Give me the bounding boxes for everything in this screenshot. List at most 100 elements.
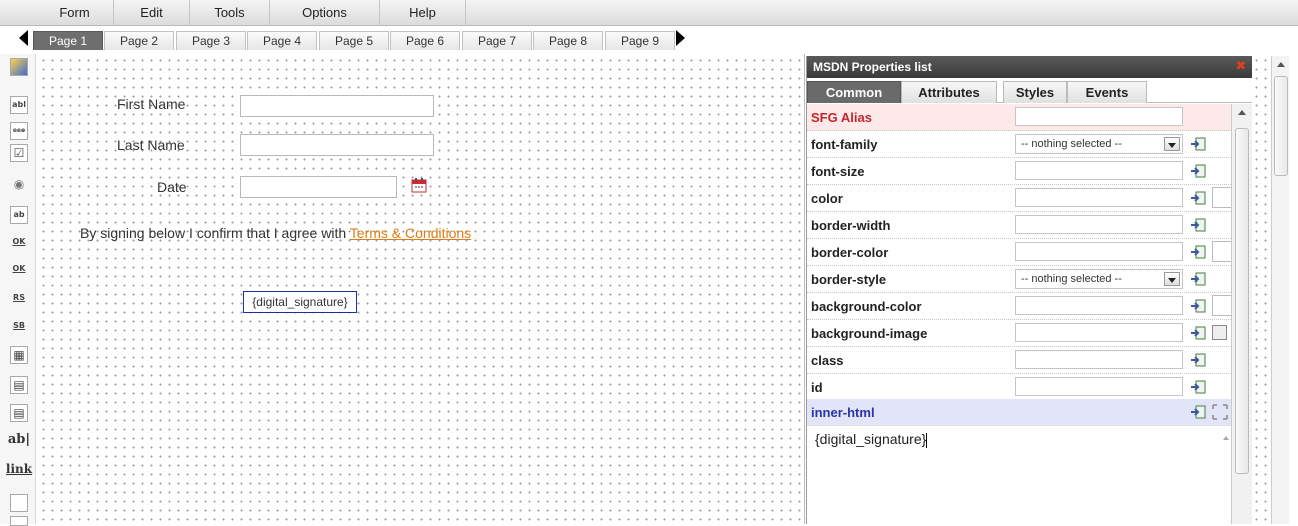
box-tool-icon[interactable]	[10, 494, 28, 512]
property-row-border-width: border-width	[807, 212, 1231, 239]
ok-button-2-icon[interactable]: OK	[10, 261, 28, 279]
textarea-tool-icon[interactable]: ееө	[10, 122, 28, 140]
apply-style-icon[interactable]	[1190, 190, 1206, 206]
menu-tools[interactable]: Tools	[190, 0, 270, 26]
property-name: background-image	[811, 326, 928, 341]
apply-style-icon[interactable]	[1190, 217, 1206, 233]
menu-options[interactable]: Options	[270, 0, 380, 26]
tab-attributes[interactable]: Attributes	[901, 81, 997, 103]
select-tool-icon[interactable]: ▤	[10, 376, 28, 394]
apply-style-icon[interactable]	[1190, 163, 1206, 179]
properties-title-text: MSDN Properties list	[813, 60, 932, 74]
pointer-tool-icon[interactable]	[10, 58, 28, 76]
tab-page-8[interactable]: Page 8	[533, 31, 603, 50]
scroll-up-icon[interactable]	[1277, 62, 1285, 67]
calendar-icon[interactable]	[411, 177, 427, 193]
tab-page-1[interactable]: Page 1	[33, 31, 103, 50]
apply-style-icon[interactable]	[1190, 325, 1206, 341]
font-size-input[interactable]	[1015, 161, 1183, 180]
scroll-up-icon[interactable]	[1238, 110, 1246, 115]
apply-style-icon[interactable]	[1190, 298, 1206, 314]
date-field[interactable]	[240, 176, 397, 198]
property-row-color: color	[807, 185, 1234, 212]
tab-page-2[interactable]: Page 2	[104, 31, 174, 50]
tab-events[interactable]: Events	[1067, 81, 1147, 103]
properties-tab-bar: Common Attributes Styles Events	[807, 79, 1253, 103]
property-row-font-family: font-family -- nothing selected --	[807, 131, 1231, 158]
listbox-tool-icon[interactable]: ab	[10, 206, 28, 224]
apply-style-icon[interactable]	[1190, 379, 1206, 395]
border-width-input[interactable]	[1015, 215, 1183, 234]
link-tool-icon[interactable]: link	[5, 461, 33, 479]
properties-scrollbar[interactable]	[1231, 104, 1253, 524]
tab-common[interactable]: Common	[807, 81, 901, 103]
background-color-input[interactable]	[1015, 296, 1183, 315]
page-next-arrow-icon[interactable]	[676, 30, 685, 46]
property-name: font-size	[811, 164, 865, 179]
digital-signature-element[interactable]: {digital_signature}	[243, 291, 357, 313]
radio-tool-icon[interactable]: ◉	[10, 176, 28, 194]
tab-page-3[interactable]: Page 3	[176, 31, 246, 50]
property-name: border-width	[811, 218, 891, 233]
checkbox-tool-icon[interactable]: ☑	[10, 144, 28, 162]
apply-style-icon[interactable]	[1190, 352, 1206, 368]
expand-icon[interactable]	[1212, 404, 1228, 420]
property-name: class	[811, 353, 844, 368]
terms-link[interactable]: Terms & Conditions	[350, 225, 471, 241]
border-color-input[interactable]	[1015, 242, 1183, 261]
tab-page-7[interactable]: Page 7	[462, 31, 532, 50]
page-prev-arrow-icon[interactable]	[19, 30, 28, 46]
border-style-select[interactable]: -- nothing selected --	[1015, 269, 1183, 289]
properties-panel: MSDN Properties list ✖ Common Attributes…	[806, 56, 1253, 524]
close-icon[interactable]: ✖	[1235, 59, 1247, 72]
first-name-field[interactable]	[240, 95, 434, 117]
label-tool-icon[interactable]: ab|	[6, 432, 32, 450]
inner-html-editor[interactable]: {digital_signature}	[807, 425, 1231, 524]
last-name-field[interactable]	[240, 134, 434, 156]
agreement-text: By signing below I confirm that I agree …	[80, 225, 471, 241]
background-image-input[interactable]	[1015, 323, 1183, 342]
property-name: SFG Alias	[811, 110, 872, 125]
agreement-sentence: By signing below I confirm that I agree …	[80, 225, 347, 241]
textbox-tool-icon[interactable]: abl	[10, 96, 28, 114]
properties-panel-title: MSDN Properties list ✖	[807, 56, 1253, 78]
class-input[interactable]	[1015, 350, 1183, 369]
page-scrollbar[interactable]	[1271, 56, 1289, 524]
submit-button-icon[interactable]: SB	[10, 318, 28, 336]
property-name: border-color	[811, 245, 889, 260]
apply-style-icon[interactable]	[1190, 244, 1206, 260]
color-input[interactable]	[1015, 188, 1183, 207]
canvas-edge	[1252, 56, 1271, 524]
multiselect-tool-icon[interactable]: ▤	[10, 404, 28, 422]
chevron-down-icon[interactable]	[1164, 137, 1180, 151]
design-canvas[interactable]: First Name Last Name Date By signing bel…	[37, 54, 805, 524]
tab-page-5[interactable]: Page 5	[319, 31, 389, 50]
menu-help[interactable]: Help	[380, 0, 466, 26]
reset-button-icon[interactable]: RS	[10, 290, 28, 308]
font-family-select[interactable]: -- nothing selected --	[1015, 134, 1183, 154]
property-name: inner-html	[811, 405, 875, 420]
tab-page-9[interactable]: Page 9	[605, 31, 675, 50]
menu-form[interactable]: Form	[36, 0, 114, 26]
sfg-alias-input[interactable]	[1015, 107, 1183, 126]
scroll-thumb[interactable]	[1235, 128, 1249, 474]
chevron-down-icon[interactable]	[1164, 272, 1180, 286]
tab-page-6[interactable]: Page 6	[390, 31, 460, 50]
image-picker-icon[interactable]	[1212, 325, 1227, 340]
border-style-value: -- nothing selected --	[1021, 273, 1122, 285]
inner-html-scrollbar[interactable]	[1221, 426, 1231, 524]
tab-styles[interactable]: Styles	[1003, 81, 1067, 103]
table-tool-icon[interactable]: ▦	[10, 346, 28, 364]
apply-style-icon[interactable]	[1190, 404, 1206, 420]
apply-style-icon[interactable]	[1190, 136, 1206, 152]
ok-button-1-icon[interactable]: OK	[10, 234, 28, 252]
apply-style-icon[interactable]	[1190, 271, 1206, 287]
inner-html-value: {digital_signature}	[815, 431, 927, 447]
property-row-background-image: background-image	[807, 320, 1231, 347]
id-input[interactable]	[1015, 377, 1183, 396]
scroll-thumb[interactable]	[1274, 76, 1288, 176]
property-row-id: id	[807, 374, 1231, 401]
menu-edit[interactable]: Edit	[114, 0, 190, 26]
image-tool-icon[interactable]	[10, 516, 28, 526]
tab-page-4[interactable]: Page 4	[247, 31, 317, 50]
